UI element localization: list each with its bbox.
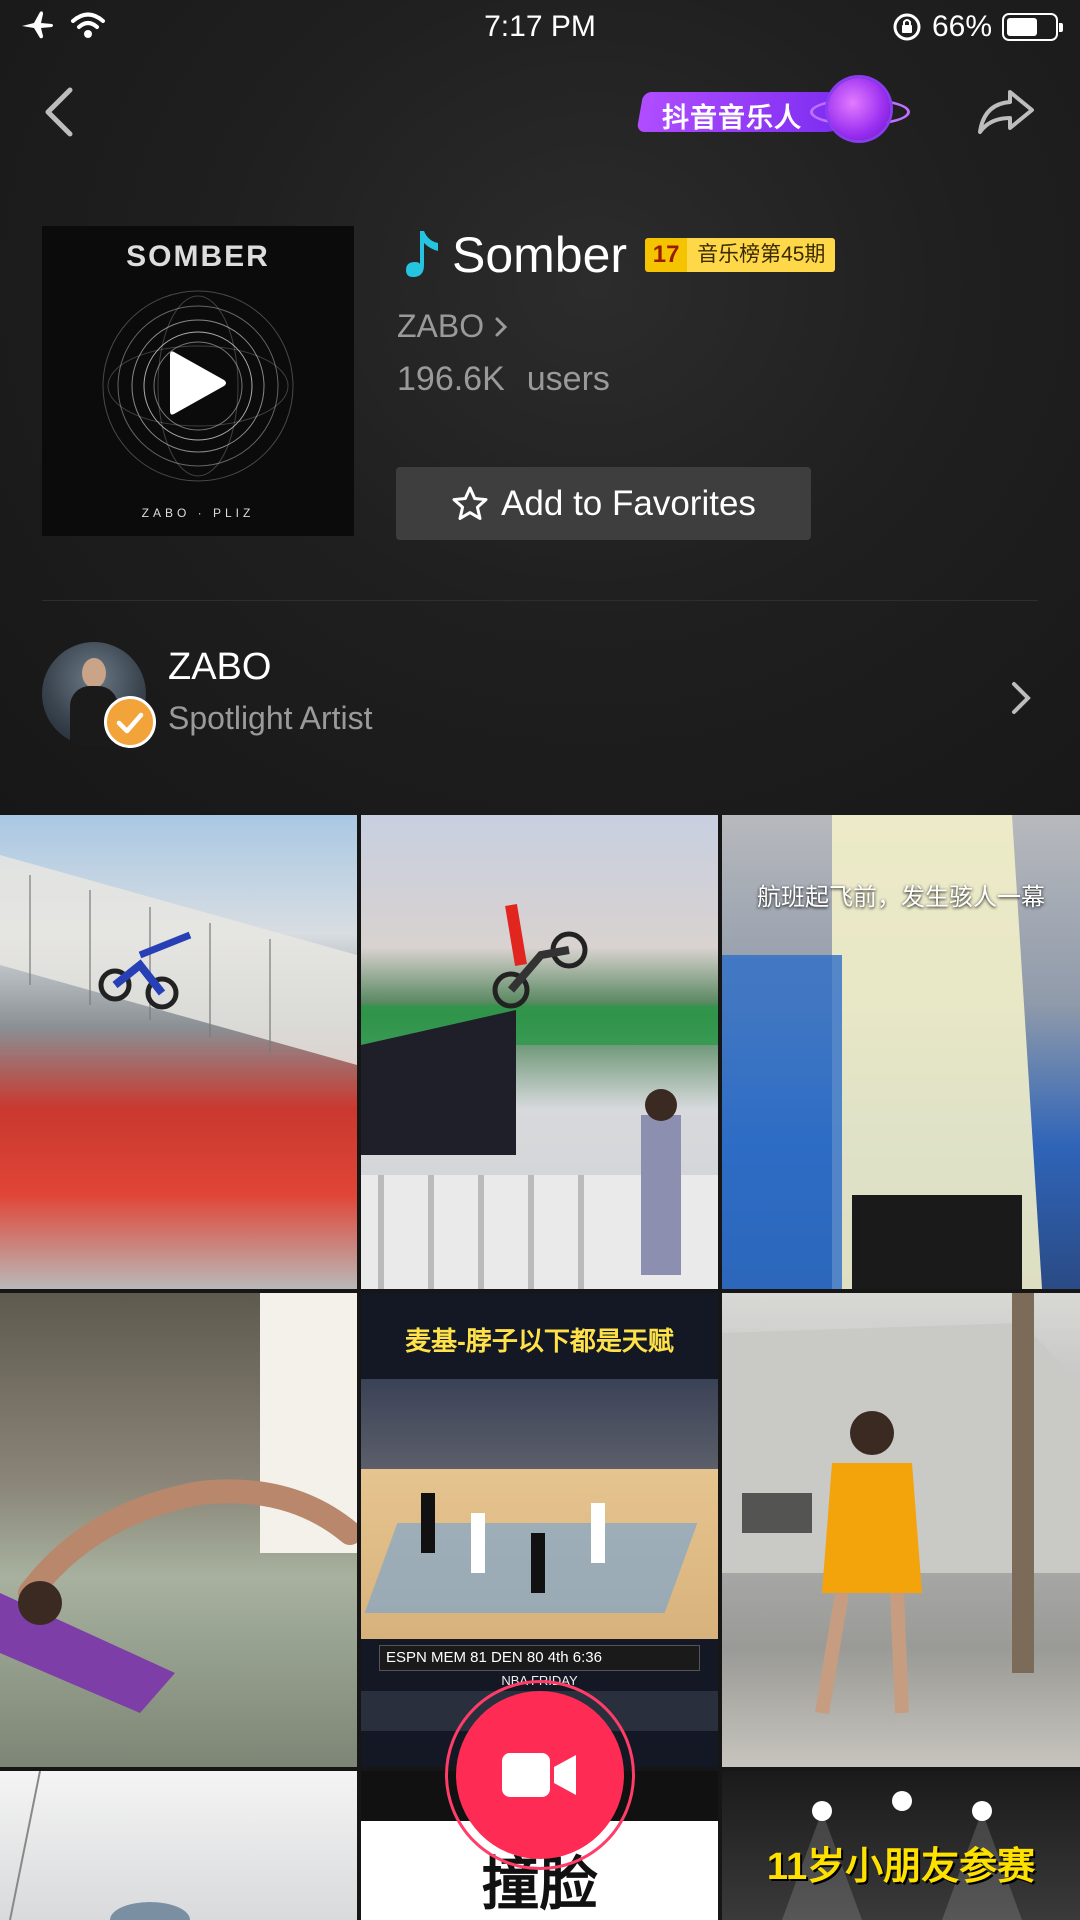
video-tile[interactable]: [0, 1293, 357, 1767]
video-tile[interactable]: [0, 1771, 357, 1920]
badge-label: 抖音音乐人: [662, 103, 802, 133]
music-note-icon: [406, 231, 438, 277]
add-to-favorites-label: Add to Favorites: [501, 483, 756, 523]
divider: [42, 600, 1038, 601]
video-camera-icon: [502, 1753, 576, 1797]
chevron-right-icon[interactable]: [1010, 680, 1032, 716]
record-video-button[interactable]: [445, 1680, 635, 1870]
video-tile[interactable]: 11岁小朋友参赛: [722, 1771, 1080, 1920]
video-tile[interactable]: [361, 815, 718, 1289]
plank-exercise-thumbnail: [0, 1293, 357, 1713]
artist-link[interactable]: ZABO: [397, 308, 508, 345]
motocross-thumbnail: [0, 855, 357, 1065]
song-title-row: Somber 17 音乐榜第45期: [404, 226, 836, 284]
sky-thumbnail: [9, 1771, 190, 1920]
user-count-label: users: [526, 360, 610, 398]
musician-badge[interactable]: 抖音音乐人: [636, 78, 910, 140]
music-disc-icon: [828, 78, 890, 140]
street-walk-thumbnail: [722, 1293, 1080, 1715]
song-title: Somber: [452, 227, 628, 283]
battery-percent: 66%: [931, 10, 992, 43]
chart-label: 音乐榜第45期: [687, 238, 836, 272]
verified-check-icon: [104, 696, 156, 748]
battery-icon: [1002, 13, 1063, 41]
chart-number: 17: [645, 238, 688, 272]
user-count-value: 196.6K: [397, 360, 505, 398]
star-icon: [452, 486, 488, 520]
album-footer-text: ZABO · PLIZ: [141, 506, 255, 520]
share-arrow-icon[interactable]: [976, 86, 1036, 136]
chevron-right-icon: [495, 317, 508, 336]
chart-badge[interactable]: 17 音乐榜第45期: [645, 238, 836, 272]
video-tile[interactable]: [722, 1293, 1080, 1767]
back-chevron-icon[interactable]: [40, 84, 80, 140]
video-tile[interactable]: [0, 815, 357, 1289]
album-cover[interactable]: SOMBER ZABO · PLIZ: [42, 226, 354, 536]
artist-subtitle: Spotlight Artist: [168, 700, 373, 736]
video-caption: 麦基-脖子以下都是天赋: [405, 1326, 674, 1356]
artist-link-label: ZABO: [397, 308, 485, 344]
status-bar: 7:17 PM 66%: [0, 0, 1080, 54]
user-count: 196.6K users: [397, 360, 610, 399]
motocross-jump-thumbnail: [361, 904, 718, 1289]
video-caption: 11岁小朋友参赛: [766, 1846, 1036, 1888]
artist-name[interactable]: ZABO: [168, 646, 271, 689]
video-caption: 航班起飞前，发生骇人一幕: [757, 884, 1045, 911]
scoreboard: ESPN MEM 81 DEN 80 4th 6:36: [379, 1645, 700, 1671]
video-tile[interactable]: 航班起飞前，发生骇人一幕: [722, 815, 1080, 1289]
album-title: SOMBER: [126, 240, 270, 273]
battery-fill: [1007, 18, 1038, 36]
add-to-favorites-button[interactable]: Add to Favorites: [396, 467, 811, 540]
rotation-lock-icon: [893, 13, 921, 41]
play-icon[interactable]: [168, 348, 228, 418]
